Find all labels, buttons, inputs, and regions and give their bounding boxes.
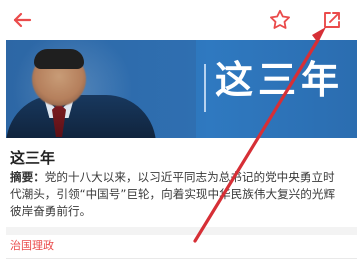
person-hair <box>34 49 84 69</box>
top-navigation-bar <box>0 0 363 40</box>
star-icon[interactable] <box>268 8 292 32</box>
banner-title: 这三年 <box>215 58 345 102</box>
section-separator <box>6 227 357 235</box>
article-summary: 摘要：党的十八大以来，以习近平同志为总书记的党中央勇立时代潮头，引领“中国号”巨… <box>10 169 340 220</box>
article-banner[interactable]: 这三年 <box>6 40 357 138</box>
topic-tag[interactable]: 治国理政 <box>10 239 54 253</box>
back-arrow-icon[interactable] <box>10 8 34 32</box>
article-title[interactable]: 这三年 <box>10 149 55 167</box>
banner-divider <box>204 64 206 112</box>
topic-tag-row[interactable]: 治国理政 <box>6 236 357 259</box>
banner-photo <box>6 40 196 138</box>
summary-text: 党的十八大以来，以习近平同志为总书记的党中央勇立时代潮头，引领“中国号”巨轮，向… <box>10 170 336 218</box>
summary-label: 摘要： <box>10 170 45 184</box>
share-external-icon[interactable] <box>320 8 344 32</box>
article-screen: 这三年 这三年 摘要：党的十八大以来，以习近平同志为总书记的党中央勇立时代潮头，… <box>0 0 363 265</box>
person-body <box>6 95 156 138</box>
